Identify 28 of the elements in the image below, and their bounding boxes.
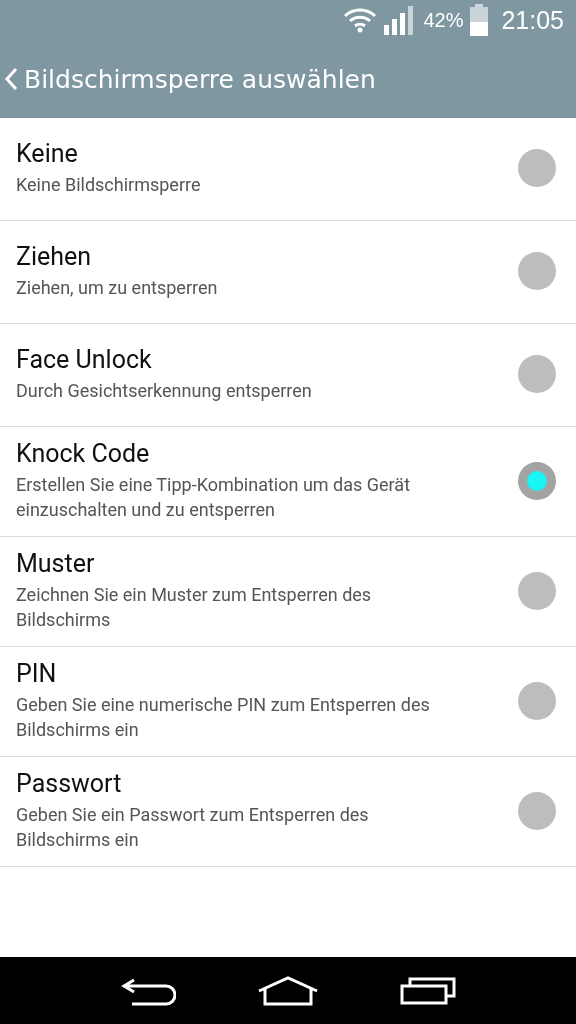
- option-title: PIN: [16, 659, 58, 688]
- option-title: Knock Code: [16, 439, 151, 468]
- radio-button[interactable]: [518, 461, 556, 500]
- option-description: Durch Gesichtserkennung entsperren: [16, 379, 313, 403]
- option-title: Keine: [16, 139, 79, 168]
- option-description: Geben Sie ein Passwort zum Entsperren des Bildschirms ein: [16, 803, 370, 852]
- radio-button[interactable]: [518, 355, 556, 393]
- radio-button[interactable]: [518, 791, 556, 830]
- battery-icon: [469, 4, 490, 36]
- radio-button[interactable]: [518, 681, 556, 720]
- radio-button[interactable]: [518, 149, 556, 187]
- screen-title: Bildschirmsperre auswählen: [23, 64, 377, 94]
- option-description: Geben Sie eine numerische PIN zum Entsperren des Bildschirms ein: [16, 693, 431, 742]
- option-description: Erstellen Sie eine Tipp-Kombination um das Gerät einzuschalten und zu entsperren: [16, 473, 412, 522]
- battery-percent: 42%: [423, 8, 464, 32]
- option-description: Zeichnen Sie ein Muster zum Entsperren des Bildschirms: [16, 583, 373, 632]
- option-title: Ziehen: [16, 242, 93, 271]
- clock-time: 21:05: [501, 5, 564, 35]
- home-icon[interactable]: [257, 975, 319, 1006]
- option-title: Passwort: [16, 769, 123, 798]
- option-description: Ziehen, um zu entsperren: [16, 276, 219, 300]
- option-title: Face Unlock: [16, 345, 153, 374]
- radio-button[interactable]: [518, 571, 556, 610]
- option-title: Muster: [16, 549, 96, 578]
- recent-apps-icon[interactable]: [399, 975, 456, 1006]
- option-description: Keine Bildschirmsperre: [16, 173, 202, 197]
- wifi-icon: [343, 7, 378, 33]
- radio-button[interactable]: [518, 252, 556, 290]
